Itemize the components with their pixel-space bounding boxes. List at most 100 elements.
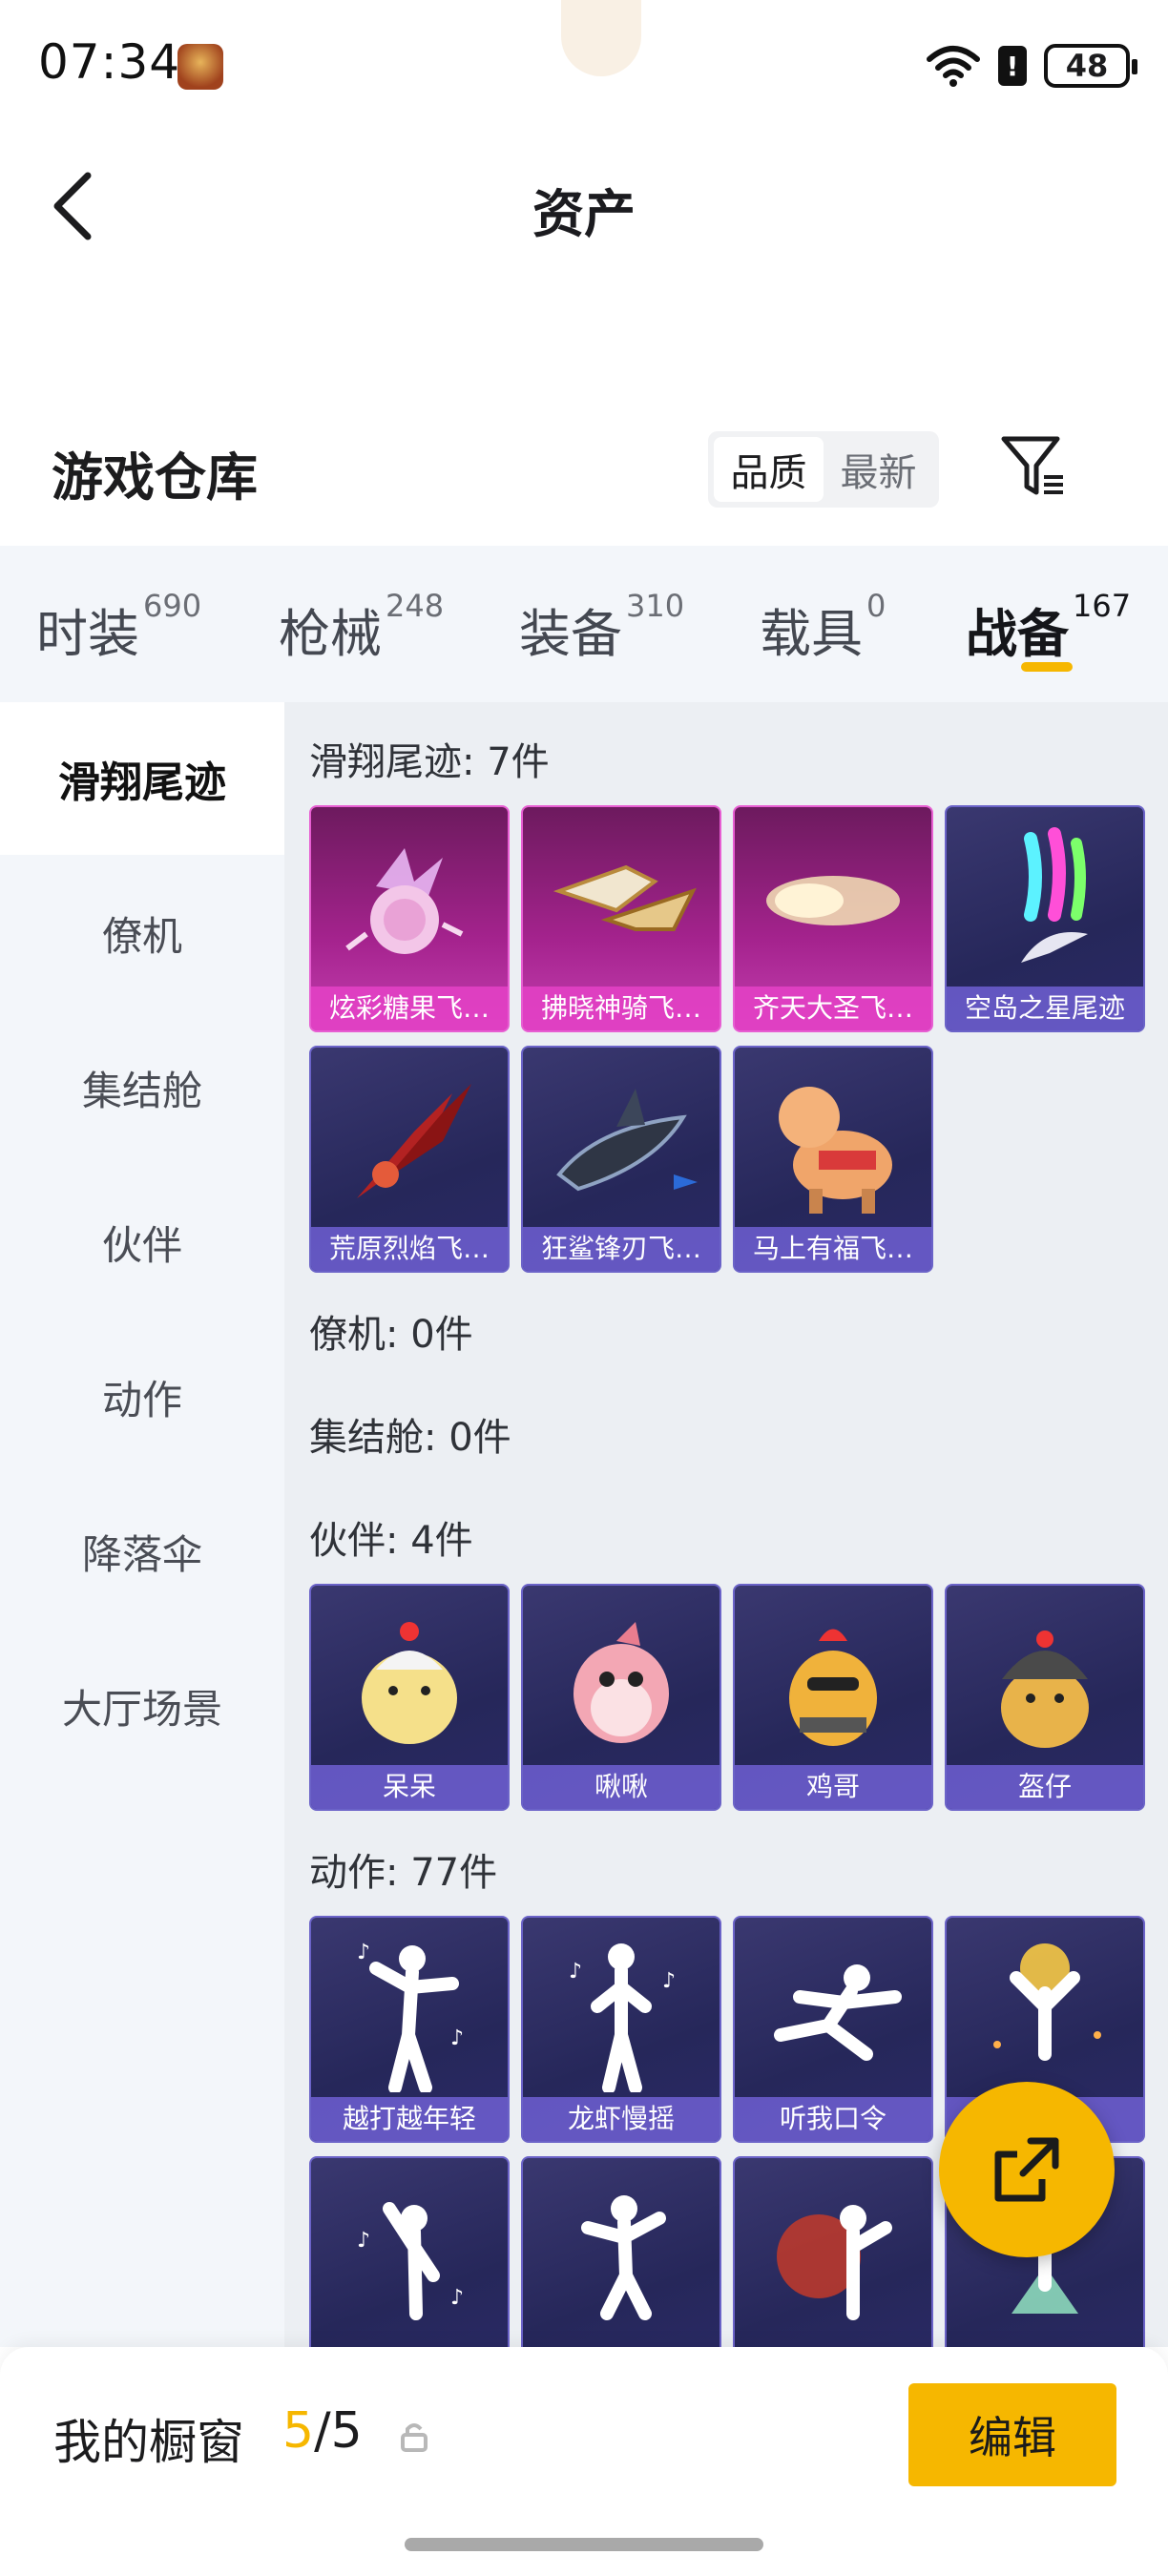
- item-card[interactable]: 马上有福飞…: [733, 1046, 933, 1273]
- showcase-total: /5: [314, 2402, 363, 2460]
- bird-partner-icon: [574, 1622, 669, 1743]
- item-card[interactable]: 呆呆: [309, 1584, 510, 1811]
- notch-decoration: [561, 0, 641, 76]
- item-card[interactable]: 听我口令: [733, 1916, 933, 2143]
- tab-vehicles[interactable]: 载具 0: [760, 588, 886, 667]
- item-art: [735, 1048, 931, 1235]
- page-title: 资产: [532, 184, 636, 244]
- game-app-icon: [177, 44, 223, 90]
- item-card[interactable]: ♪ ♪ 越打越年轻: [309, 1916, 510, 2143]
- helmet-chick-icon: [1001, 1631, 1089, 1748]
- external-link-icon: [994, 2137, 1059, 2202]
- item-art: [523, 2158, 720, 2345]
- tab-label: 时装: [36, 604, 139, 664]
- item-card[interactable]: 拂晓神骑飞…: [521, 805, 721, 1032]
- sidebar-item-parachute[interactable]: 降落伞: [0, 1475, 284, 1628]
- battery-icon: 48: [1044, 44, 1137, 88]
- item-art: [523, 807, 720, 994]
- item-card[interactable]: [521, 2156, 721, 2347]
- flame-wing-icon: [357, 1084, 471, 1198]
- item-art: [523, 1586, 720, 1773]
- sort-quality-option[interactable]: 品质: [714, 437, 824, 502]
- tab-label: 载具: [760, 604, 863, 664]
- sidebar-item-wingman[interactable]: 僚机: [0, 857, 284, 1009]
- item-art: [735, 1918, 931, 2105]
- item-art: [735, 2158, 931, 2345]
- svg-text:♪: ♪: [569, 1960, 582, 1984]
- rainbow-trail-icon: [1021, 827, 1088, 963]
- item-art: [947, 1918, 1143, 2105]
- status-time: 07:34: [38, 34, 181, 90]
- svg-text:♪: ♪: [357, 2229, 370, 2253]
- section-title-wingman: 僚机: 0件: [309, 1313, 473, 1357]
- tab-fashion[interactable]: 时装 690: [36, 588, 201, 667]
- home-indicator[interactable]: [405, 2538, 763, 2551]
- item-art: [947, 1586, 1143, 1773]
- battery-saver-icon: !: [998, 46, 1027, 86]
- item-card[interactable]: 齐天大圣飞…: [733, 805, 933, 1032]
- item-art: ♪ ♪: [523, 1918, 720, 2105]
- tab-label: 装备: [519, 604, 622, 664]
- item-card[interactable]: ♪ ♪: [309, 2156, 510, 2347]
- item-name: 炫彩糖果飞…: [311, 987, 508, 1030]
- item-card[interactable]: 炫彩糖果飞…: [309, 805, 510, 1032]
- item-name: 越打越年轻: [311, 2097, 508, 2141]
- sidebar-item-glide-trail[interactable]: 滑翔尾迹: [0, 702, 284, 855]
- svg-text:♪: ♪: [450, 2026, 464, 2050]
- sort-newest-option[interactable]: 最新: [824, 437, 933, 502]
- item-card[interactable]: [733, 2156, 933, 2347]
- rooster-partner-icon: [789, 1629, 877, 1746]
- tab-equipment[interactable]: 装备 310: [519, 588, 684, 667]
- item-card[interactable]: 狂鲨锋刃飞…: [521, 1046, 721, 1273]
- tab-guns[interactable]: 枪械 248: [279, 588, 444, 667]
- lock-icon: [401, 2423, 428, 2452]
- item-name: 拂晓神骑飞…: [523, 987, 720, 1030]
- share-fab-button[interactable]: [939, 2082, 1115, 2257]
- chick-partner-icon: [362, 1622, 457, 1744]
- item-card[interactable]: 鸡哥: [733, 1584, 933, 1811]
- item-name: 齐天大圣飞…: [735, 987, 931, 1030]
- dance-pose-icon: ♪♪: [357, 2202, 464, 2320]
- item-name: 狂鲨锋刃飞…: [523, 1227, 720, 1271]
- item-art: ♪ ♪: [311, 2158, 508, 2345]
- item-art: [311, 807, 508, 994]
- status-icons: ! 48: [926, 42, 1137, 90]
- showcase-used: 5: [282, 2402, 315, 2460]
- edit-button[interactable]: 编辑: [908, 2383, 1116, 2486]
- lucky-horse-icon: [779, 1087, 892, 1214]
- item-art: [947, 807, 1143, 994]
- item-art: ♪ ♪: [311, 1918, 508, 2105]
- item-art: [735, 807, 931, 994]
- item-card[interactable]: 荒原烈焰飞…: [309, 1046, 510, 1273]
- sidebar-item-assembly-pod[interactable]: 集结舱: [0, 1011, 284, 1164]
- tab-count: 167: [1073, 588, 1132, 624]
- item-name: 盔仔: [947, 1765, 1143, 1809]
- item-card[interactable]: 盔仔: [945, 1584, 1145, 1811]
- candy-trail-icon: [345, 848, 464, 954]
- sidebar-item-lobby-scene[interactable]: 大厅场景: [0, 1630, 284, 1782]
- item-card[interactable]: 空岛之星尾迹: [945, 805, 1145, 1032]
- dance-pose-icon: ♪♪: [569, 1943, 676, 2092]
- item-art: [523, 1048, 720, 1235]
- item-name: 鸡哥: [735, 1765, 931, 1809]
- wifi-icon: [927, 46, 980, 87]
- item-name: 听我口令: [735, 2097, 931, 2141]
- status-bar: 07:34 ! 48: [0, 0, 1168, 134]
- svg-text:♪: ♪: [662, 1969, 676, 1993]
- showcase-title: 我的橱窗: [53, 2415, 244, 2470]
- burst-pose-icon: [777, 2205, 892, 2320]
- sidebar-item-action[interactable]: 动作: [0, 1320, 284, 1473]
- item-card[interactable]: ♪ ♪ 龙虾慢摇: [521, 1916, 721, 2143]
- filter-icon[interactable]: [1000, 433, 1067, 500]
- item-art: [735, 1586, 931, 1773]
- item-name: 呆呆: [311, 1765, 508, 1809]
- active-tab-indicator: [1021, 662, 1073, 672]
- item-card[interactable]: 啾啾: [521, 1584, 721, 1811]
- item-name: 啾啾: [523, 1765, 720, 1809]
- sidebar-item-partner[interactable]: 伙伴: [0, 1166, 284, 1319]
- item-name: 龙虾慢摇: [523, 2097, 720, 2141]
- tab-combat-gear[interactable]: 战备 167: [966, 588, 1131, 667]
- dance-pose-icon: [581, 2195, 666, 2320]
- section-title-glide: 滑翔尾迹: 7件: [309, 740, 550, 784]
- subcategory-sidebar: 滑翔尾迹 僚机 集结舱 伙伴 动作 降落伞 大厅场景: [0, 702, 284, 2347]
